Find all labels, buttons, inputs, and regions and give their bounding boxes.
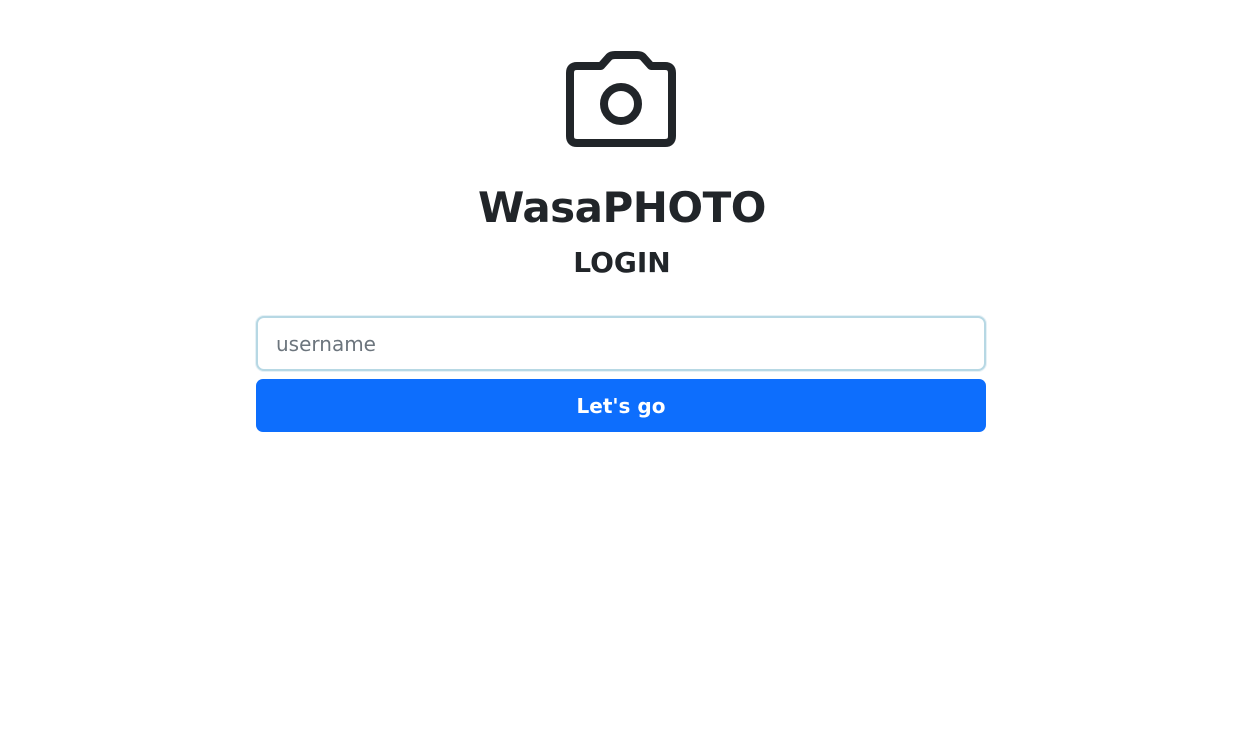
lets-go-button[interactable]: Let's go (256, 379, 986, 432)
login-form: Let's go (256, 316, 986, 432)
login-page: WasaPHOTO LOGIN Let's go (0, 0, 1244, 729)
login-heading: LOGIN (573, 246, 671, 279)
camera-icon (560, 46, 682, 150)
app-title: WasaPHOTO (477, 183, 767, 232)
username-input[interactable] (256, 316, 986, 371)
